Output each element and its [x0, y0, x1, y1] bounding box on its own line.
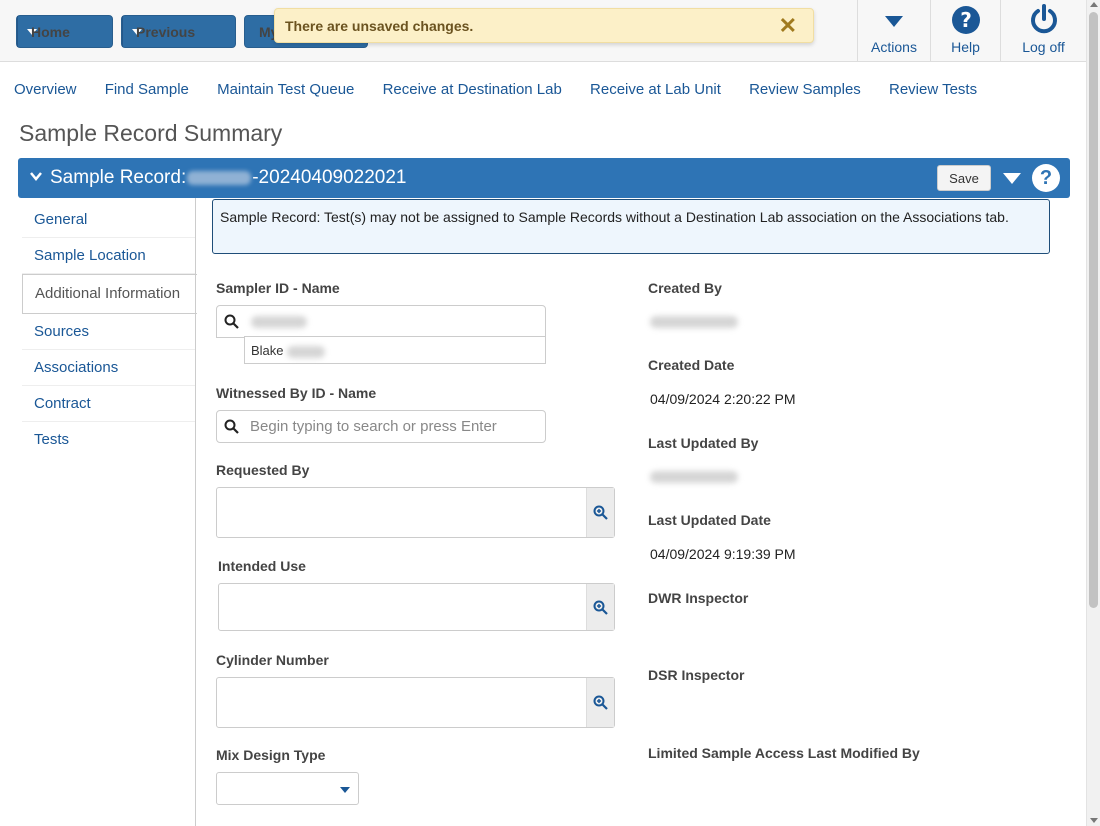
redacted-text [650, 316, 738, 328]
logoff-label: Log off [1022, 39, 1065, 55]
tab-general[interactable]: General [22, 202, 196, 238]
association-alert: Sample Record: Test(s) may not be assign… [212, 199, 1050, 254]
power-icon [1001, 0, 1086, 36]
tab-contract[interactable]: Contract [22, 386, 196, 422]
search-icon [217, 411, 245, 442]
tab-sources[interactable]: Sources [22, 314, 196, 350]
subnav-review-tests[interactable]: Review Tests [889, 81, 977, 98]
tab-additional-information[interactable]: Additional Information [22, 274, 197, 314]
chevron-down-icon [340, 787, 350, 793]
zoom-search-icon[interactable] [586, 584, 614, 630]
svg-text:?: ? [960, 8, 972, 32]
witnessed-input[interactable]: Begin typing to search or press Enter [216, 410, 546, 443]
actions-label: Actions [871, 39, 917, 55]
zoom-search-icon[interactable] [586, 488, 614, 537]
scroll-thumb[interactable] [1089, 12, 1098, 608]
home-button[interactable]: Home [16, 15, 113, 48]
sub-navigation: Overview Find Sample Maintain Test Queue… [14, 81, 1001, 98]
created-by-label: Created By [648, 280, 722, 296]
scroll-down-icon[interactable] [1090, 818, 1098, 823]
sampler-label: Sampler ID - Name [216, 280, 340, 296]
side-tabs: General Sample Location Additional Infor… [22, 202, 197, 457]
tab-tests[interactable]: Tests [22, 422, 196, 457]
subnav-receive-lab-unit[interactable]: Receive at Lab Unit [590, 81, 721, 98]
previous-label: Previous [136, 23, 196, 40]
actions-button[interactable]: Actions [857, 0, 930, 62]
last-updated-date-value: 04/09/2024 9:19:39 PM [650, 546, 796, 562]
logoff-button[interactable]: Log off [1000, 0, 1086, 62]
subnav-find-sample[interactable]: Find Sample [105, 81, 189, 98]
redacted-text [650, 471, 738, 483]
mix-design-type-select[interactable] [216, 772, 359, 805]
created-date-value: 04/09/2024 2:20:22 PM [650, 391, 796, 407]
save-button[interactable]: Save [937, 165, 991, 191]
intended-use-field[interactable] [218, 583, 615, 631]
mix-design-type-label: Mix Design Type [216, 747, 326, 763]
subnav-maintain-test-queue[interactable]: Maintain Test Queue [217, 81, 354, 98]
sampler-input[interactable] [216, 305, 546, 338]
sample-record-header: Sample Record: -20240409022021 Save ? [18, 158, 1070, 198]
subnav-review-samples[interactable]: Review Samples [749, 81, 861, 98]
chevron-down-icon[interactable] [30, 170, 42, 182]
help-button[interactable]: ? Help [930, 0, 1000, 62]
intended-use-label: Intended Use [218, 558, 306, 574]
home-label: Home [31, 23, 70, 40]
redacted-text [287, 346, 325, 358]
last-updated-date-label: Last Updated Date [648, 512, 771, 528]
zoom-search-icon[interactable] [586, 678, 614, 727]
tab-associations[interactable]: Associations [22, 350, 196, 386]
witnessed-placeholder: Begin typing to search or press Enter [250, 418, 497, 435]
dwr-inspector-label: DWR Inspector [648, 590, 749, 606]
sampler-suggestion-text: Blake [251, 343, 284, 358]
sampler-suggestion[interactable]: Blake [244, 336, 546, 364]
last-updated-by-label: Last Updated By [648, 435, 759, 451]
close-icon[interactable]: ✕ [779, 15, 797, 37]
created-date-label: Created Date [648, 357, 735, 373]
help-label: Help [951, 39, 980, 55]
requested-by-label: Requested By [216, 462, 310, 478]
record-title: Sample Record: -20240409022021 [50, 167, 407, 189]
subnav-receive-destination-lab[interactable]: Receive at Destination Lab [383, 81, 562, 98]
record-id-suffix: -20240409022021 [252, 167, 407, 188]
record-prefix: Sample Record: [50, 167, 187, 188]
witnessed-label: Witnessed By ID - Name [216, 385, 377, 401]
redacted-text [187, 170, 252, 185]
limited-access-modified-by-label: Limited Sample Access Last Modified By [648, 745, 920, 761]
content-divider [195, 198, 196, 826]
subnav-overview[interactable]: Overview [14, 81, 77, 98]
scroll-up-icon[interactable] [1090, 2, 1098, 7]
search-icon [217, 306, 245, 337]
dsr-inspector-label: DSR Inspector [648, 667, 745, 683]
unsaved-changes-toast: There are unsaved changes. ✕ [274, 8, 814, 43]
toast-message: There are unsaved changes. [285, 17, 474, 34]
actions-caret-icon [858, 0, 930, 36]
tab-sample-location[interactable]: Sample Location [22, 238, 196, 274]
page-title: Sample Record Summary [19, 120, 283, 146]
previous-button[interactable]: Previous [121, 15, 236, 48]
cylinder-number-label: Cylinder Number [216, 652, 329, 668]
header-help-icon[interactable]: ? [1032, 164, 1060, 192]
cylinder-number-field[interactable] [216, 677, 615, 728]
redacted-text [251, 316, 307, 328]
scrollbar[interactable] [1086, 0, 1100, 826]
header-caret-icon[interactable] [1003, 173, 1021, 184]
requested-by-field[interactable] [216, 487, 615, 538]
help-icon: ? [931, 0, 1000, 36]
